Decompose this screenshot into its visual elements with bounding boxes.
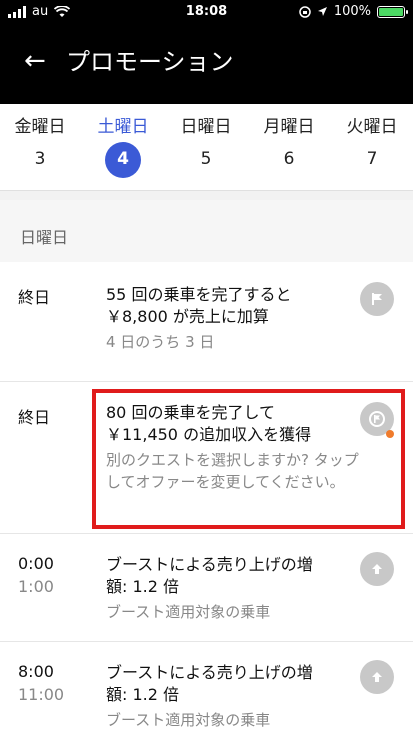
promotion-row[interactable]: 0:00 1:00 ブーストによる売り上げの増 額: 1.2 倍 ブースト適用対… bbox=[0, 534, 413, 642]
battery-icon bbox=[377, 5, 408, 18]
promotion-end-time: 11:00 bbox=[18, 685, 65, 704]
promotion-sub: ブースト適用対象の乗車 bbox=[106, 711, 271, 729]
boost-arrow-icon bbox=[360, 660, 394, 694]
day-tab-mon[interactable]: 月曜日 6 bbox=[249, 114, 329, 178]
day-number: 5 bbox=[200, 149, 212, 169]
section-title: 日曜日 bbox=[20, 228, 69, 247]
location-icon bbox=[317, 7, 327, 16]
day-tab-sun[interactable]: 日曜日 5 bbox=[166, 114, 246, 178]
day-name: 火曜日 bbox=[346, 117, 398, 137]
app-header: ← プロモーション bbox=[0, 24, 413, 104]
section-header: 日曜日 bbox=[0, 200, 413, 262]
back-arrow-icon[interactable]: ← bbox=[24, 46, 46, 76]
day-selector: 金曜日 3 土曜日 4 日曜日 5 月曜日 6 火曜日 7 bbox=[0, 104, 413, 191]
day-number: 6 bbox=[283, 149, 295, 169]
promotion-sub: 4 日のうち 3 日 bbox=[106, 333, 215, 351]
day-name: 日曜日 bbox=[180, 117, 232, 137]
day-number: 7 bbox=[366, 149, 378, 169]
promotion-line2: 額: 1.2 倍 bbox=[106, 577, 180, 596]
promotion-end-time: 1:00 bbox=[18, 577, 54, 596]
promotion-row[interactable]: 8:00 11:00 ブーストによる売り上げの増 額: 1.2 倍 ブースト適用… bbox=[0, 642, 413, 737]
status-bar: au 18:08 100% bbox=[0, 0, 413, 24]
page-title: プロモーション bbox=[66, 48, 234, 76]
battery-percent: 100% bbox=[333, 4, 371, 19]
day-tab-fri[interactable]: 金曜日 3 bbox=[0, 114, 80, 178]
promotion-start-time: 0:00 bbox=[18, 554, 54, 573]
flag-icon bbox=[360, 282, 394, 316]
highlight-box bbox=[92, 389, 405, 529]
day-number: 3 bbox=[34, 149, 46, 169]
status-right: 100% bbox=[299, 4, 408, 19]
boost-arrow-icon bbox=[360, 552, 394, 586]
promotion-time: 終日 bbox=[18, 408, 51, 427]
orientation-lock-icon bbox=[299, 5, 311, 18]
day-name: 土曜日 bbox=[97, 117, 149, 137]
promotion-line2: 額: 1.2 倍 bbox=[106, 685, 180, 704]
promotion-line1: ブーストによる売り上げの増 bbox=[106, 555, 313, 574]
day-number-selected: 4 bbox=[105, 142, 141, 178]
promotion-sub: ブースト適用対象の乗車 bbox=[106, 603, 271, 621]
promotion-line2: ￥8,800 が売上に加算 bbox=[106, 307, 269, 326]
promotion-start-time: 8:00 bbox=[18, 662, 54, 681]
promotion-line1: 55 回の乗車を完了すると bbox=[106, 285, 292, 304]
day-name: 金曜日 bbox=[14, 117, 66, 137]
day-tab-tue[interactable]: 火曜日 7 bbox=[332, 114, 412, 178]
promotion-row[interactable]: 終日 55 回の乗車を完了すると ￥8,800 が売上に加算 4 日のうち 3 … bbox=[0, 262, 413, 382]
day-name: 月曜日 bbox=[263, 117, 315, 137]
promotion-line1: ブーストによる売り上げの増 bbox=[106, 663, 313, 682]
promotion-time: 終日 bbox=[18, 288, 51, 307]
day-tab-sat[interactable]: 土曜日 4 bbox=[83, 114, 163, 178]
